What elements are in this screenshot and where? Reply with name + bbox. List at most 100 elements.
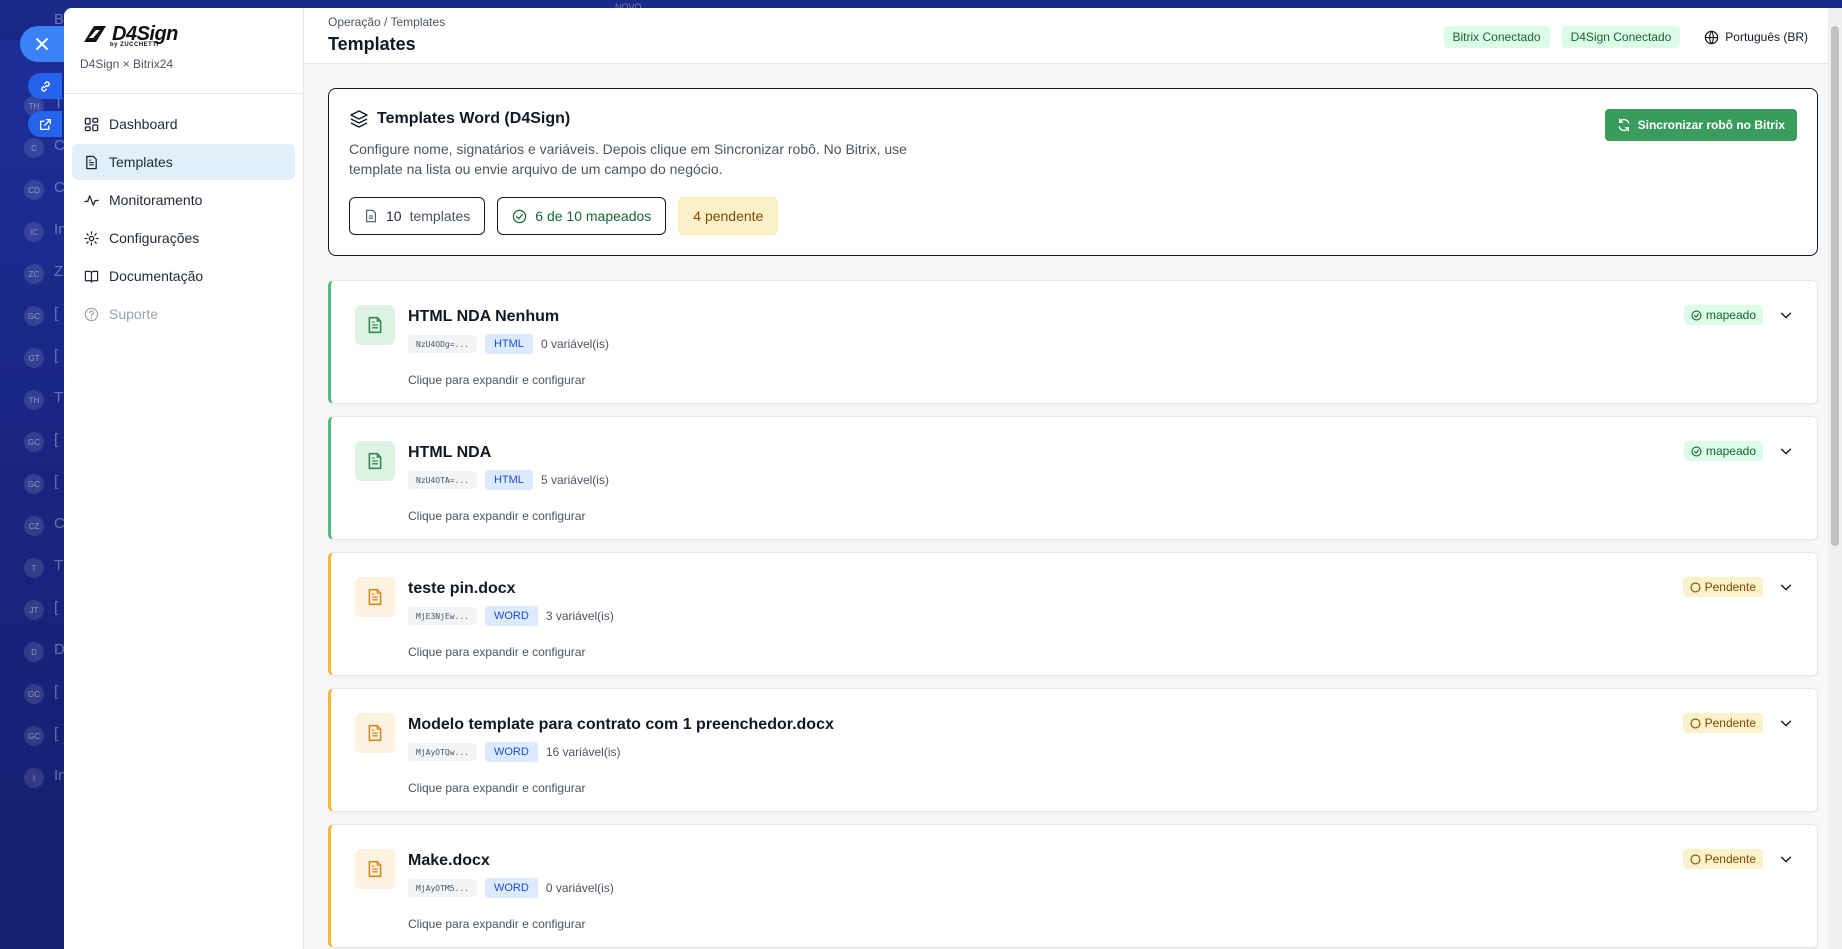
- templates-summary-card: Templates Word (D4Sign) Configure nome, …: [328, 88, 1818, 256]
- brand-subtitle: D4Sign × Bitrix24: [80, 57, 174, 71]
- template-body: teste pin.docx MjE3NjEw... WORD 3 variável(…: [408, 580, 1793, 659]
- layers-icon: [350, 110, 368, 128]
- sidebar-item-label: Monitoramento: [109, 192, 203, 208]
- template-card[interactable]: Make.docx MjAyOTM5... WORD 0 variável(is) Cl…: [328, 824, 1818, 948]
- background-letter: [: [54, 305, 59, 322]
- template-file-icon-box: [355, 849, 395, 889]
- template-status-area: Pendente: [1682, 849, 1793, 869]
- background-avatar: GC: [24, 726, 44, 746]
- main-content: Operação / Templates Templates Bitrix Co…: [304, 8, 1842, 949]
- template-type-badge: WORD: [484, 742, 538, 762]
- template-type-badge: WORD: [484, 878, 538, 898]
- close-icon: [36, 38, 48, 50]
- template-expand-hint: Clique para expandir e configurar: [408, 781, 586, 795]
- template-variables-count: 3 variável(is): [545, 609, 614, 623]
- template-file-icon-box: [355, 441, 395, 481]
- template-type-badge: WORD: [484, 606, 538, 626]
- template-status-label: Pendente: [1704, 852, 1756, 866]
- page-scrollbar[interactable]: [1828, 8, 1842, 949]
- background-avatar: JT: [24, 600, 44, 620]
- template-id: NzU4ODg=...: [408, 335, 477, 353]
- template-type-badge: HTML: [484, 470, 533, 490]
- template-card[interactable]: HTML NDA Nenhum NzU4ODg=... HTML 0 variável…: [328, 280, 1818, 404]
- logo-text: D4Sign: [112, 23, 178, 45]
- background-avatar: CZ: [24, 516, 44, 536]
- chevron-down-icon[interactable]: [1779, 852, 1793, 866]
- book-icon: [84, 270, 99, 283]
- template-card[interactable]: teste pin.docx MjE3NjEw... WORD 3 variável(…: [328, 552, 1818, 676]
- globe-icon: [1705, 30, 1719, 44]
- template-status-area: mapeado: [1683, 305, 1793, 325]
- template-name: Make.docx: [408, 852, 490, 869]
- template-status-area: mapeado: [1683, 441, 1793, 461]
- templates-count: 10: [386, 208, 402, 224]
- template-name: Modelo template para contrato com 1 pree…: [408, 716, 834, 733]
- background-letter: Z: [54, 263, 64, 280]
- chevron-down-icon[interactable]: [1779, 716, 1793, 730]
- sidebar-item-documentacao[interactable]: Documentação: [72, 258, 295, 294]
- templates-count-stat: 10 templates: [349, 197, 486, 235]
- file-icon: [86, 155, 97, 169]
- sidebar-item-label: Dashboard: [109, 116, 178, 132]
- template-file-icon-box: [355, 305, 395, 345]
- summary-description: Configure nome, signatários e variáveis.…: [349, 141, 907, 177]
- sync-robot-label: Sincronizar robô no Bitrix: [1637, 118, 1785, 132]
- templates-content: Templates Word (D4Sign) Configure nome, …: [304, 64, 1842, 948]
- copy-link-button[interactable]: [28, 73, 62, 99]
- sidebar-item-label: Configurações: [109, 230, 200, 246]
- language-selector[interactable]: Português (BR): [1704, 30, 1808, 45]
- sync-robot-button[interactable]: Sincronizar robô no Bitrix: [1604, 109, 1797, 141]
- background-avatar: TH: [24, 390, 44, 410]
- sidebar-item-dashboard[interactable]: Dashboard: [72, 106, 295, 142]
- template-name: HTML NDA Nenhum: [408, 308, 560, 325]
- open-new-window-button[interactable]: [28, 111, 62, 137]
- template-expand-hint: Clique para expandir e configurar: [408, 509, 586, 523]
- template-type-badge: HTML: [484, 334, 533, 354]
- template-status-badge: mapeado: [1683, 305, 1763, 325]
- document-icon: [368, 316, 382, 334]
- background-avatar: D: [24, 642, 44, 662]
- template-status-badge: Pendente: [1682, 577, 1763, 597]
- chevron-down-icon[interactable]: [1779, 308, 1793, 322]
- template-status-area: Pendente: [1682, 713, 1793, 733]
- template-card[interactable]: HTML NDA NzU4OTA=... HTML 5 variável(is) Cli…: [328, 416, 1818, 540]
- header-status-area: Bitrix Conectado D4Sign Conectado Portug…: [1443, 26, 1808, 48]
- chevron-down-icon[interactable]: [1779, 444, 1793, 458]
- background-avatar: IC: [24, 222, 44, 242]
- sidebar-item-monitoramento[interactable]: Monitoramento: [72, 182, 295, 218]
- external-link-icon: [39, 118, 51, 130]
- sidebar-item-configuracoes[interactable]: Configurações: [72, 220, 295, 256]
- templates-count-label: templates: [409, 208, 471, 224]
- summary-stats: 10 templates 6 de 10 mapeados 4 pendente: [349, 197, 1797, 235]
- logo-subtext: by ZUCCHETTI: [110, 42, 159, 48]
- app-panel: D4Sign by ZUCCHETTI D4Sign × Bitrix24 Da…: [64, 8, 1842, 949]
- sidebar-item-templates[interactable]: Templates: [72, 144, 295, 180]
- background-avatar: T: [24, 558, 44, 578]
- background-letter: [: [54, 347, 59, 364]
- background-letter: T: [54, 557, 64, 574]
- d4sign-status-badge: D4Sign Conectado: [1561, 26, 1681, 48]
- document-icon: [368, 724, 382, 742]
- background-avatar: C: [24, 138, 44, 158]
- template-file-icon-box: [355, 577, 395, 617]
- template-body: HTML NDA Nenhum NzU4ODg=... HTML 0 variável…: [408, 308, 1793, 387]
- gear-icon: [84, 230, 99, 246]
- sidebar-item-suporte[interactable]: Suporte: [72, 296, 295, 332]
- template-status-area: Pendente: [1682, 577, 1793, 597]
- scrollbar-thumb[interactable]: [1831, 26, 1839, 546]
- template-file-icon-box: [355, 713, 395, 753]
- chevron-down-icon[interactable]: [1779, 580, 1793, 594]
- check-circle-icon: [513, 209, 527, 223]
- template-meta: NzU4OTA=... HTML 5 variável(is): [408, 470, 1793, 490]
- template-status-label: mapeado: [1705, 444, 1756, 458]
- sidebar: D4Sign by ZUCCHETTI D4Sign × Bitrix24 Da…: [64, 8, 304, 949]
- logo: D4Sign: [80, 24, 303, 44]
- template-id: NzU4OTA=...: [408, 471, 477, 489]
- template-card[interactable]: Modelo template para contrato com 1 pree…: [328, 688, 1818, 812]
- close-slider-button[interactable]: [20, 26, 64, 62]
- template-meta: MjAyOTQw... WORD 16 variável(is): [408, 742, 1793, 762]
- link-icon: [40, 80, 50, 92]
- pending-count: 4 pendente: [693, 208, 764, 224]
- dashboard-icon: [84, 117, 99, 131]
- background-avatar: CD: [24, 180, 44, 200]
